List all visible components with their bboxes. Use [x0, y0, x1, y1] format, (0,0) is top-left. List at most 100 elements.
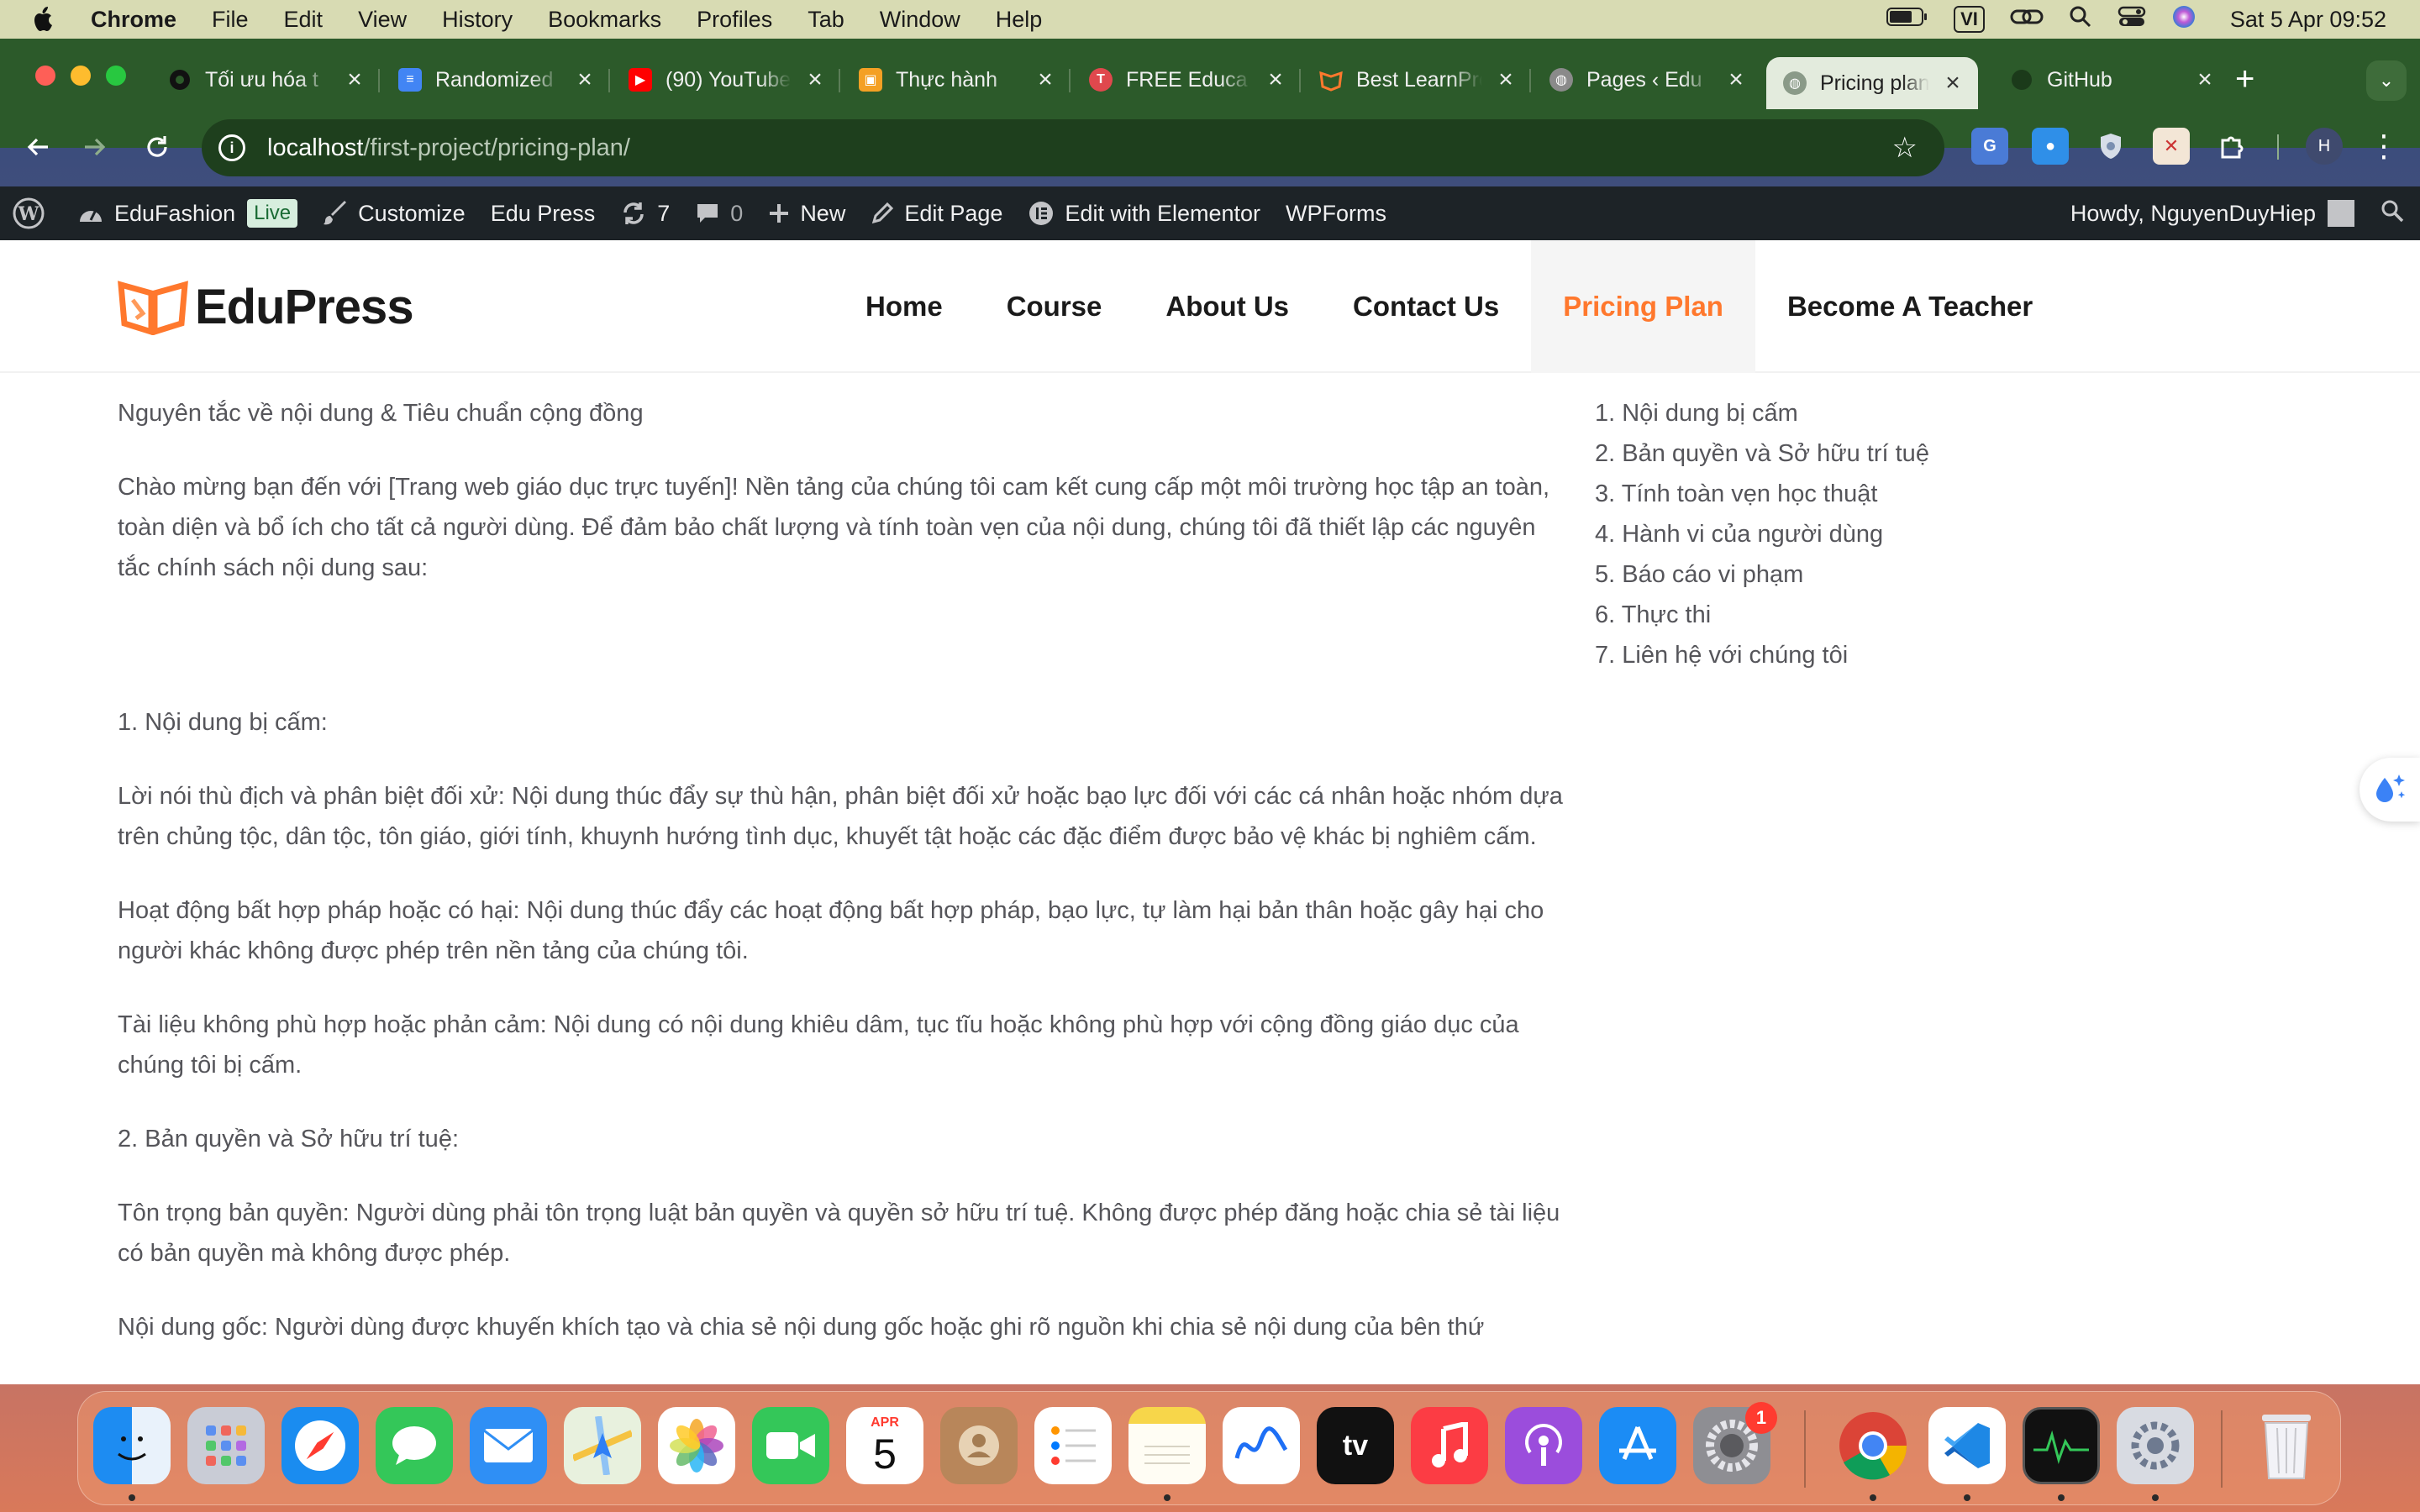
- freeform-icon[interactable]: [1223, 1407, 1300, 1484]
- tab-2[interactable]: ▶ (90) YouTube ×: [612, 57, 825, 102]
- wp-comments[interactable]: 0: [695, 201, 743, 227]
- close-tab-icon[interactable]: ×: [1035, 66, 1055, 94]
- droplet-extension-icon[interactable]: ●: [2032, 128, 2069, 165]
- menu-file[interactable]: File: [212, 7, 249, 33]
- finder-icon[interactable]: [93, 1407, 171, 1484]
- wp-new[interactable]: New: [768, 201, 845, 227]
- safari-icon[interactable]: [281, 1407, 359, 1484]
- close-tab-icon[interactable]: ×: [2195, 66, 2215, 94]
- tab-6[interactable]: ◍ Pages ‹ Edu ×: [1533, 57, 1746, 102]
- menu-help[interactable]: Help: [996, 7, 1043, 33]
- forward-arrow-icon[interactable]: [72, 124, 118, 170]
- toc-item[interactable]: 7. Liên hệ với chúng tôi: [1595, 635, 1929, 675]
- battery-icon[interactable]: [1886, 7, 1928, 33]
- new-tab-button[interactable]: +: [2235, 62, 2254, 96]
- siri-icon[interactable]: [2171, 4, 2196, 35]
- wp-edit-page[interactable]: Edit Page: [871, 201, 1002, 227]
- translate-extension-icon[interactable]: G: [1971, 128, 2008, 165]
- toc-item[interactable]: 4. Hành vi của người dùng: [1595, 514, 1929, 554]
- wp-site-name[interactable]: EduFashion Live: [77, 199, 298, 228]
- menu-window[interactable]: Window: [880, 7, 960, 33]
- wp-search-icon[interactable]: [2380, 198, 2405, 229]
- nav-pricing-plan[interactable]: Pricing Plan: [1531, 240, 1755, 373]
- tab-search-chevron-icon[interactable]: ⌄: [2366, 60, 2407, 101]
- tab-0[interactable]: Tối ưu hóa t ×: [151, 57, 365, 102]
- tab-3[interactable]: ▣ Thực hành ×: [842, 57, 1055, 102]
- toc-item[interactable]: 2. Bản quyền và Sở hữu trí tuệ: [1595, 433, 1929, 474]
- wp-wpforms[interactable]: WPForms: [1286, 201, 1386, 227]
- menu-tab[interactable]: Tab: [808, 7, 844, 33]
- nav-about-us[interactable]: About Us: [1134, 240, 1321, 373]
- zoom-window-button[interactable]: [106, 66, 126, 86]
- tv-icon[interactable]: tv: [1317, 1407, 1394, 1484]
- toc-item[interactable]: 1. Nội dung bị cấm: [1595, 393, 1929, 433]
- tab-1[interactable]: ≡ Randomized ×: [381, 57, 595, 102]
- close-tab-icon[interactable]: ×: [1726, 66, 1746, 94]
- spotlight-search-icon[interactable]: [2069, 5, 2092, 34]
- music-icon[interactable]: [1411, 1407, 1488, 1484]
- nav-contact-us[interactable]: Contact Us: [1321, 240, 1531, 373]
- menu-profiles[interactable]: Profiles: [697, 7, 772, 33]
- trash-icon[interactable]: [2248, 1407, 2325, 1484]
- tab-8[interactable]: GitHub ×: [1993, 57, 2215, 102]
- reminders-icon[interactable]: [1034, 1407, 1112, 1484]
- minimize-window-button[interactable]: [71, 66, 91, 86]
- chrome-icon[interactable]: [1834, 1407, 1912, 1484]
- site-logo[interactable]: EduPress: [118, 279, 414, 335]
- toc-item[interactable]: 5. Báo cáo vi phạm: [1595, 554, 1929, 595]
- system-info-icon[interactable]: [2117, 1407, 2194, 1484]
- contacts-icon[interactable]: [940, 1407, 1018, 1484]
- wp-theme-link[interactable]: Edu Press: [491, 201, 596, 227]
- messages-icon[interactable]: [376, 1407, 453, 1484]
- settings-icon[interactable]: 1: [1693, 1402, 1777, 1484]
- nav-course[interactable]: Course: [975, 240, 1134, 373]
- site-info-icon[interactable]: i: [218, 134, 245, 161]
- bookmark-star-icon[interactable]: ☆: [1892, 131, 1918, 165]
- menu-bookmarks[interactable]: Bookmarks: [548, 7, 661, 33]
- wp-customize[interactable]: Customize: [323, 201, 466, 227]
- control-center-icon[interactable]: [2118, 5, 2146, 34]
- floating-assistant-button[interactable]: [2360, 758, 2420, 822]
- chrome-menu-kebab-icon[interactable]: ⋮: [2369, 128, 2399, 165]
- address-bar[interactable]: i localhost/first-project/pricing-plan/ …: [202, 119, 1944, 176]
- input-method-indicator[interactable]: VI: [1954, 6, 1985, 33]
- notes-icon[interactable]: [1128, 1407, 1206, 1484]
- tab-7-active[interactable]: ◍ Pricing plan ×: [1766, 57, 1978, 109]
- close-tab-icon[interactable]: ×: [805, 66, 825, 94]
- calendar-icon[interactable]: APR 5: [846, 1407, 923, 1484]
- reload-icon[interactable]: [134, 124, 180, 170]
- apple-menu-icon[interactable]: [32, 5, 57, 34]
- close-tab-icon[interactable]: ×: [575, 66, 595, 94]
- photos-icon[interactable]: [658, 1407, 735, 1484]
- toc-item[interactable]: 3. Tính toàn vẹn học thuật: [1595, 474, 1929, 514]
- menu-edit[interactable]: Edit: [284, 7, 324, 33]
- close-tab-icon[interactable]: ×: [1265, 66, 1286, 94]
- nav-home[interactable]: Home: [834, 240, 975, 373]
- link-icon[interactable]: [2010, 5, 2044, 34]
- toc-item[interactable]: 6. Thực thi: [1595, 595, 1929, 635]
- back-arrow-icon[interactable]: [15, 124, 60, 170]
- menu-view[interactable]: View: [358, 7, 407, 33]
- tab-5[interactable]: Best LearnPress ×: [1302, 57, 1516, 102]
- profile-avatar[interactable]: H: [2306, 128, 2343, 165]
- shield-extension-icon[interactable]: [2092, 128, 2129, 165]
- wp-updates[interactable]: 7: [620, 201, 670, 227]
- activity-monitor-icon[interactable]: [2023, 1407, 2100, 1484]
- close-tab-icon[interactable]: ×: [1496, 66, 1516, 94]
- appstore-icon[interactable]: [1599, 1407, 1676, 1484]
- menubar-clock[interactable]: Sat 5 Apr 09:52: [2230, 7, 2386, 33]
- vscode-icon[interactable]: [1928, 1407, 2006, 1484]
- user-avatar-icon[interactable]: [2328, 200, 2354, 227]
- pdf-extension-icon[interactable]: ✕: [2153, 128, 2190, 165]
- extensions-puzzle-icon[interactable]: [2213, 128, 2250, 165]
- wp-howdy-user[interactable]: Howdy, NguyenDuyHiep: [2070, 201, 2316, 227]
- launchpad-icon[interactable]: [187, 1407, 265, 1484]
- close-window-button[interactable]: [35, 66, 55, 86]
- wordpress-logo-icon[interactable]: W: [12, 197, 45, 230]
- maps-icon[interactable]: [564, 1407, 641, 1484]
- podcasts-icon[interactable]: [1505, 1407, 1582, 1484]
- tab-4[interactable]: T FREE Educa ×: [1072, 57, 1286, 102]
- facetime-icon[interactable]: [752, 1407, 829, 1484]
- close-tab-icon[interactable]: ×: [345, 66, 365, 94]
- close-tab-icon[interactable]: ×: [1943, 69, 1963, 97]
